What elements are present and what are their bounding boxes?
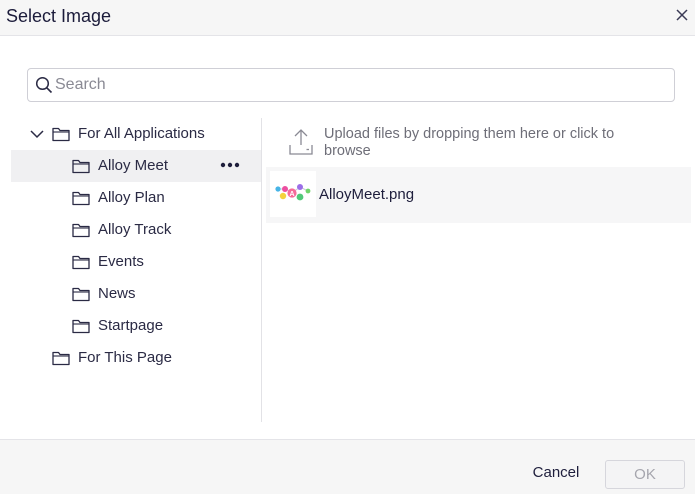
dialog-footer: Cancel OK — [0, 439, 695, 494]
tree-node-label: News — [98, 285, 136, 302]
more-icon — [220, 162, 240, 168]
folder-tree: For All Applications Alloy Meet Alloy Pl… — [11, 118, 261, 422]
tree-node-alloy-track[interactable]: Alloy Track — [11, 214, 261, 246]
search-input[interactable] — [55, 76, 655, 94]
file-item[interactable]: A AlloyMeet.png — [266, 167, 691, 223]
tree-node-events[interactable]: Events — [11, 246, 261, 278]
more-options-button[interactable] — [219, 158, 241, 172]
tree-node-label: Startpage — [98, 317, 164, 334]
folder-icon — [72, 191, 90, 206]
folder-icon — [72, 159, 90, 174]
tree-node-label: Alloy Meet — [98, 157, 169, 174]
folder-icon — [72, 287, 90, 302]
tree-node-alloy-meet[interactable]: Alloy Meet — [11, 150, 261, 182]
search-box — [27, 68, 675, 102]
tree-node-label: Events — [98, 253, 144, 270]
tree-node-for-all-applications[interactable]: For All Applications — [11, 118, 261, 150]
tree-node-startpage[interactable]: Startpage — [11, 310, 261, 342]
dialog-title: Select Image — [6, 6, 112, 26]
close-icon — [676, 9, 688, 21]
select-image-dialog: Select Image For All Applications — [0, 0, 695, 494]
folder-icon — [72, 223, 90, 238]
tree-node-for-this-page[interactable]: For This Page — [11, 342, 261, 374]
tree-node-news[interactable]: News — [11, 278, 261, 310]
dialog-header: Select Image — [0, 0, 695, 36]
upload-dropzone[interactable]: Upload files by dropping them here or cl… — [288, 126, 688, 162]
close-button[interactable] — [671, 4, 693, 26]
tree-node-label: Alloy Track — [98, 221, 172, 238]
tree-node-label: Alloy Plan — [98, 189, 165, 206]
tree-node-label: For All Applications — [78, 125, 205, 142]
tree-node-alloy-plan[interactable]: Alloy Plan — [11, 182, 261, 214]
folder-icon — [52, 127, 70, 142]
ok-button[interactable]: OK — [605, 460, 685, 489]
cancel-button[interactable]: Cancel — [520, 457, 592, 487]
folder-icon — [72, 255, 90, 270]
folder-icon — [72, 319, 90, 334]
file-thumbnail: A — [270, 171, 316, 217]
upload-instructions: Upload files by dropping them here or cl… — [324, 126, 615, 159]
svg-text:A: A — [289, 191, 294, 198]
search-icon — [35, 76, 53, 94]
chevron-down-icon[interactable] — [29, 126, 45, 142]
folder-icon — [52, 351, 70, 366]
upload-icon — [289, 129, 313, 155]
tree-node-label: For This Page — [78, 349, 172, 366]
pane-divider — [261, 118, 262, 422]
file-name: AlloyMeet.png — [319, 186, 415, 203]
